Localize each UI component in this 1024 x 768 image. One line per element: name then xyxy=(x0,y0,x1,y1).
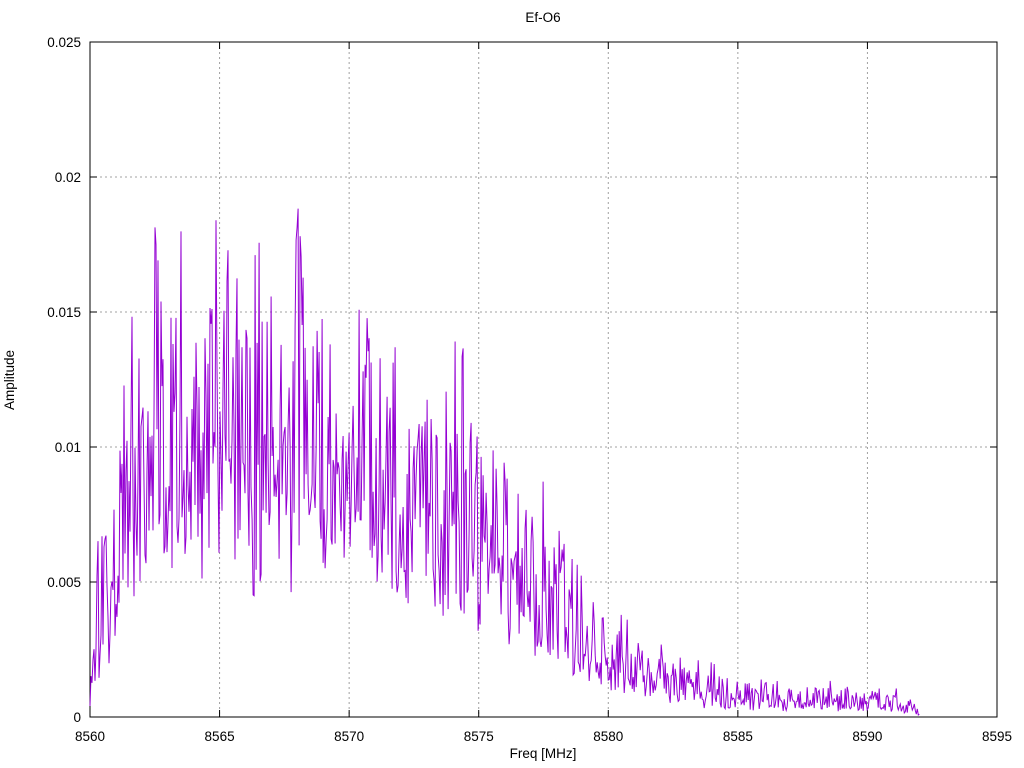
x-tick-label: 8570 xyxy=(334,729,364,744)
x-tick-label: 8575 xyxy=(464,729,494,744)
spectrum-chart: Ef-O6 Freq [MHz] Amplitude 8560 8565 8570 8… xyxy=(2,10,1012,761)
y-tick-label: 0.025 xyxy=(47,35,81,50)
chart-title: Ef-O6 xyxy=(525,10,560,25)
plot-series xyxy=(89,208,920,716)
x-axis-label: Freq [MHz] xyxy=(510,746,577,761)
y-tick-label: 0 xyxy=(73,710,81,725)
y-axis-label: Amplitude xyxy=(2,350,17,410)
x-tick-label: 8585 xyxy=(723,729,753,744)
y-tick-label: 0.005 xyxy=(47,575,81,590)
x-tick-label: 8590 xyxy=(852,729,882,744)
y-tick-label: 0.015 xyxy=(47,305,81,320)
y-tick-label: 0.01 xyxy=(55,440,81,455)
x-tick-labels: 8560 8565 8570 8575 8580 8585 8590 8595 xyxy=(75,729,1012,744)
x-tick-label: 8560 xyxy=(75,729,105,744)
x-tick-label: 8565 xyxy=(205,729,235,744)
x-tick-label: 8595 xyxy=(982,729,1012,744)
x-tick-label: 8580 xyxy=(593,729,623,744)
y-tick-labels: 0 0.005 0.01 0.015 0.02 0.025 xyxy=(47,35,81,725)
y-tick-label: 0.02 xyxy=(55,170,81,185)
spectrum-line xyxy=(89,208,920,716)
